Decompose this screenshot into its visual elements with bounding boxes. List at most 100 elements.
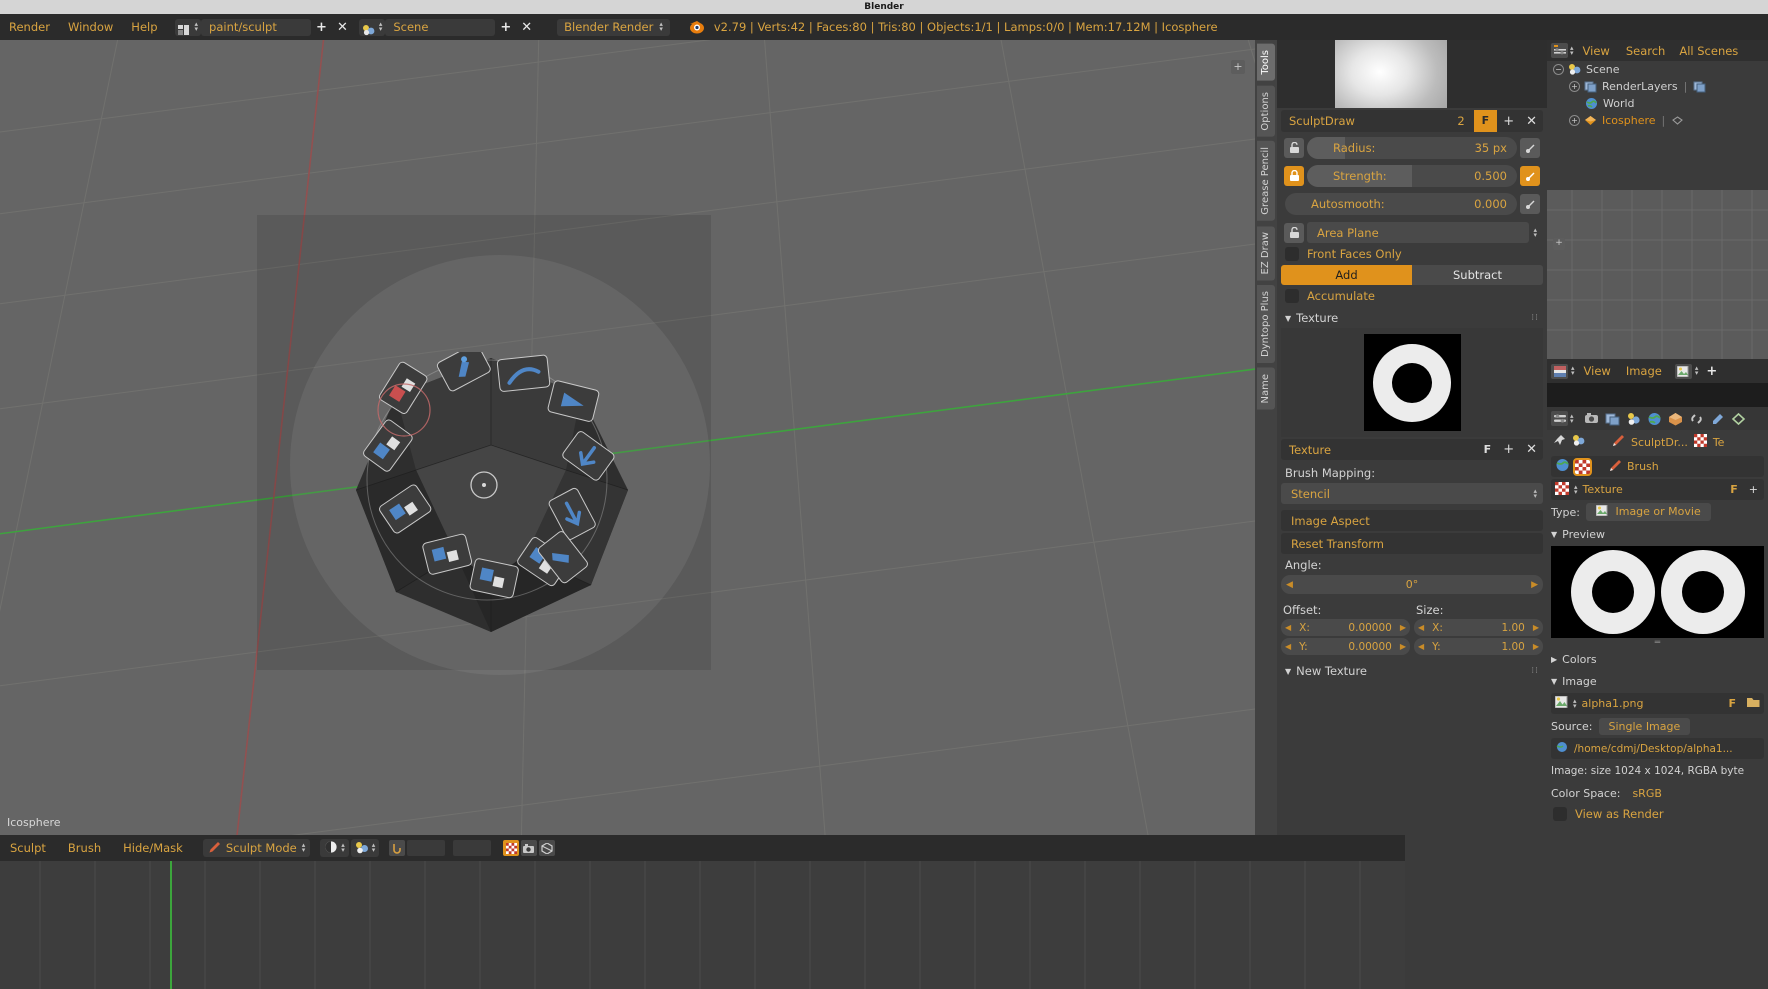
panel-grabber-icon[interactable]: ═	[1547, 639, 1768, 648]
snap-icon[interactable]	[389, 840, 406, 856]
expand-icon[interactable]: +	[1569, 81, 1580, 92]
screen-layout-selector[interactable]: ▴ ▾	[174, 18, 202, 36]
proportional-edit-field[interactable]	[407, 840, 446, 856]
decrement-arrow-icon[interactable]: ◀	[1414, 623, 1428, 632]
breadcrumb-brush-name[interactable]: SculptDr...	[1631, 436, 1688, 449]
tab-name[interactable]: Name	[1257, 368, 1275, 410]
increment-arrow-icon[interactable]: ▶	[1529, 623, 1543, 632]
expand-icon[interactable]: +	[1569, 115, 1580, 126]
increment-arrow-icon[interactable]: ▶	[1526, 580, 1543, 590]
menu-help[interactable]: Help	[122, 20, 166, 34]
strength-pressure-icon[interactable]	[1520, 166, 1540, 186]
brush-user-count[interactable]: 2	[1448, 114, 1473, 128]
texture-add-button[interactable]: +	[1749, 483, 1764, 496]
interaction-mode-selector[interactable]: Sculpt Mode ▴ ▾	[202, 839, 311, 857]
texture-fake-user-button[interactable]: F	[1730, 483, 1744, 496]
camera-icon[interactable]	[521, 840, 538, 856]
viewport-add-panel-button[interactable]: +	[1231, 60, 1245, 74]
texture-thumbnail-box[interactable]	[1281, 328, 1543, 437]
menu-sculpt[interactable]: Sculpt	[0, 841, 56, 855]
tab-ez-draw[interactable]: EZ Draw	[1257, 225, 1275, 281]
increment-arrow-icon[interactable]: ▶	[1529, 642, 1543, 651]
radius-lock-icon[interactable]	[1284, 138, 1304, 158]
outliner-row-scene[interactable]: − Scene	[1547, 61, 1768, 78]
timeline-editor[interactable]	[0, 861, 1405, 989]
size-y-field[interactable]: ◀ Y: 1.00 ▶	[1414, 638, 1543, 655]
color-space-value[interactable]: sRGB	[1620, 787, 1661, 800]
increment-arrow-icon[interactable]: ▶	[1396, 623, 1410, 632]
scene-selector[interactable]: ▴ ▾	[358, 18, 386, 36]
renderlayers-tab-icon[interactable]	[1603, 409, 1622, 428]
view-as-render-checkbox[interactable]: View as Render	[1553, 807, 1764, 821]
strength-lock-icon[interactable]	[1284, 166, 1304, 186]
uv-add-panel-button[interactable]: +	[1553, 238, 1565, 250]
angle-field[interactable]: ◀ 0° ▶	[1281, 575, 1543, 594]
scene-value[interactable]: Scene	[385, 18, 496, 36]
direction-add-button[interactable]: Add	[1281, 265, 1412, 285]
render-tab-icon[interactable]	[1582, 409, 1601, 428]
image-open-icon[interactable]	[1747, 696, 1764, 711]
breadcrumb-texture-name[interactable]: Te	[1713, 436, 1725, 449]
direction-subtract-button[interactable]: Subtract	[1412, 265, 1543, 285]
reset-transform-button[interactable]: Reset Transform	[1281, 533, 1543, 554]
size-x-field[interactable]: ◀ X: 1.00 ▶	[1414, 619, 1543, 636]
texture-add-button[interactable]: +	[1497, 442, 1520, 457]
offset-y-field[interactable]: ◀ Y: 0.00000 ▶	[1281, 638, 1410, 655]
scene-icon[interactable]	[1572, 434, 1585, 450]
world-tab-icon[interactable]	[1645, 409, 1664, 428]
autosmooth-pressure-icon[interactable]	[1520, 194, 1540, 214]
data-tab-icon[interactable]	[1729, 409, 1748, 428]
pin-icon[interactable]	[1553, 434, 1566, 450]
image-fake-user-button[interactable]: F	[1728, 697, 1742, 710]
tab-grease-pencil[interactable]: Grease Pencil	[1257, 141, 1275, 221]
menu-brush[interactable]: Brush	[58, 841, 111, 855]
texture-datablock-name[interactable]: Texture	[1583, 483, 1623, 496]
outliner-menu-search[interactable]: Search	[1619, 44, 1673, 58]
uv-image-editor-icon[interactable]	[1551, 363, 1568, 379]
texture-icon[interactable]	[1555, 481, 1569, 498]
radius-pressure-icon[interactable]	[1520, 138, 1540, 158]
scene-object-selector[interactable]: ▴ ▾	[350, 839, 380, 857]
dyntopo-icon[interactable]	[539, 840, 556, 856]
constraints-tab-icon[interactable]	[1687, 409, 1706, 428]
radius-slider[interactable]: Radius: 35 px	[1307, 137, 1517, 159]
source-value[interactable]: Single Image	[1598, 717, 1691, 735]
image-icon[interactable]	[1674, 363, 1692, 379]
tab-options[interactable]: Options	[1257, 85, 1275, 137]
outliner-row-icosphere[interactable]: + Icosphere |	[1547, 112, 1768, 129]
outliner-row-world[interactable]: World	[1547, 95, 1768, 112]
screen-layout-value[interactable]: paint/sculpt	[201, 18, 312, 36]
outliner-menu-view[interactable]: View	[1576, 44, 1617, 58]
texture-context-brush-icon[interactable]	[1573, 457, 1592, 476]
tab-dyntopo-plus[interactable]: Dyntopo Plus	[1257, 285, 1275, 364]
delete-screen-layout-button[interactable]: ✕	[332, 20, 353, 35]
brush-fake-user-button[interactable]: F	[1473, 110, 1498, 132]
image-section-header[interactable]: ▼ Image	[1551, 671, 1764, 691]
texture-remove-button[interactable]: ✕	[1520, 442, 1543, 457]
uv-menu-image[interactable]: Image	[1620, 364, 1668, 378]
accumulate-checkbox[interactable]: Accumulate	[1285, 289, 1543, 303]
render-engine-selector[interactable]: Blender Render ▴ ▾	[557, 18, 670, 36]
uv-image-editor[interactable]: + ▴ ▾ View Image ▴ ▾ +	[1547, 190, 1768, 383]
outliner-row-renderlayers[interactable]: + RenderLayers |	[1547, 78, 1768, 95]
area-plane-button[interactable]: Area Plane	[1307, 222, 1530, 243]
timeline-playhead[interactable]	[170, 861, 172, 989]
increment-arrow-icon[interactable]: ▶	[1396, 642, 1410, 651]
layers-field[interactable]	[453, 840, 492, 856]
brush-pie-menu[interactable]	[352, 352, 642, 622]
menu-render[interactable]: Render	[0, 20, 59, 34]
texture-section-header[interactable]: ▼ Texture ⁞⁞	[1277, 308, 1547, 328]
strength-slider[interactable]: Strength: 0.500	[1307, 165, 1517, 187]
folder-icon[interactable]	[1555, 741, 1569, 756]
offset-x-field[interactable]: ◀ X: 0.00000 ▶	[1281, 619, 1410, 636]
autosmooth-slider[interactable]: Autosmooth: 0.000	[1285, 193, 1517, 215]
properties-editor-icon[interactable]	[1551, 411, 1568, 426]
area-plane-lock-icon[interactable]	[1284, 222, 1304, 243]
decrement-arrow-icon[interactable]: ◀	[1281, 623, 1295, 632]
uv-add-image-button[interactable]: +	[1701, 364, 1722, 379]
image-aspect-button[interactable]: Image Aspect	[1281, 510, 1543, 531]
modifiers-tab-icon[interactable]	[1708, 409, 1727, 428]
preview-section-header[interactable]: ▼ Preview	[1551, 524, 1764, 544]
add-screen-layout-button[interactable]: +	[311, 20, 332, 35]
image-filepath[interactable]: /home/cdmj/Desktop/alpha1...	[1574, 743, 1733, 755]
